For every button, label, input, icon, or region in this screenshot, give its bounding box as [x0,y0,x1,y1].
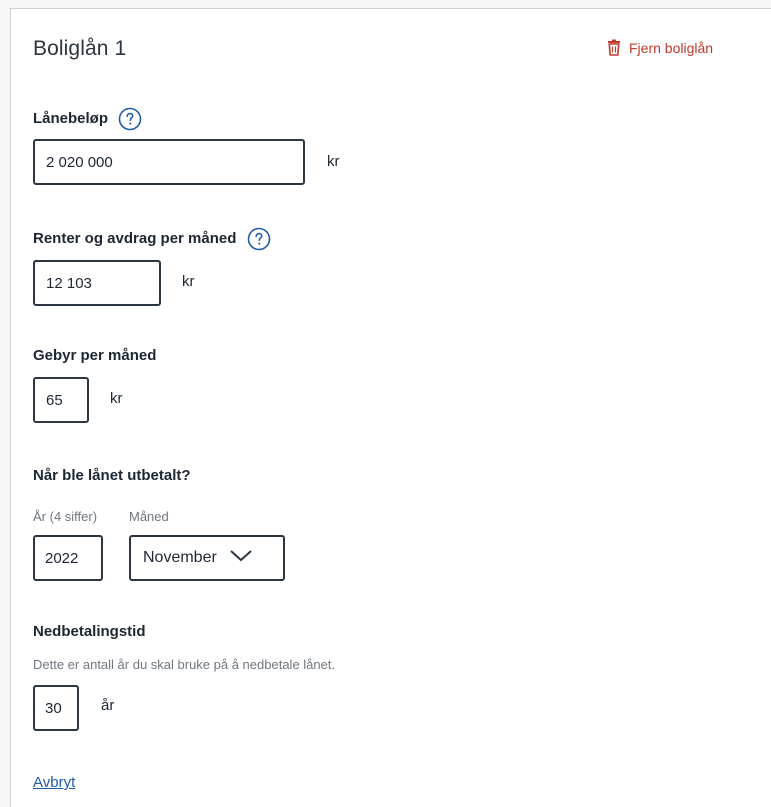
page: Boliglån 1 Fjern boliglån Lånebeløp 2 02… [0,0,771,807]
chevron-down-icon [229,549,253,568]
question-circle-icon[interactable] [118,107,142,131]
payout-date-label: Når ble lånet utbetalt? [33,467,191,484]
card-title: Boliglån 1 [33,37,127,60]
monthly-fee-input[interactable] [33,377,89,423]
repayment-period-label: Nedbetalingstid [33,623,146,640]
monthly-payment-unit: kr [182,273,195,290]
question-circle-icon[interactable] [247,227,271,251]
remove-loan-button[interactable]: Fjern boliglån [607,39,713,56]
cancel-link[interactable]: Avbryt [33,774,75,791]
loan-amount-input[interactable] [33,139,305,185]
month-sublabel: Måned [129,509,169,524]
monthly-fee-unit: kr [110,390,123,407]
repayment-period-description: Dette er antall år du skal bruke på å ne… [33,657,336,672]
trash-icon [607,39,621,56]
monthly-fee-label: Gebyr per måned [33,347,157,364]
remove-loan-label: Fjern boliglån [629,39,714,56]
loan-card: Boliglån 1 Fjern boliglån Lånebeløp 2 02… [10,8,771,807]
loan-amount-label: Lånebeløp [33,107,142,131]
month-select[interactable]: November [129,535,285,581]
loan-amount-unit: kr [327,153,340,170]
repayment-period-input[interactable] [33,685,79,731]
monthly-payment-label: Renter og avdrag per måned [33,227,271,251]
month-select-value: November [143,549,217,566]
monthly-payment-input[interactable] [33,260,161,306]
monthly-payment-label-text: Renter og avdrag per måned [33,229,237,247]
repayment-period-unit: år [101,697,115,714]
year-input[interactable] [33,535,103,581]
loan-amount-label-text: Lånebeløp [33,109,109,127]
year-sublabel: År (4 siffer) [33,509,98,524]
